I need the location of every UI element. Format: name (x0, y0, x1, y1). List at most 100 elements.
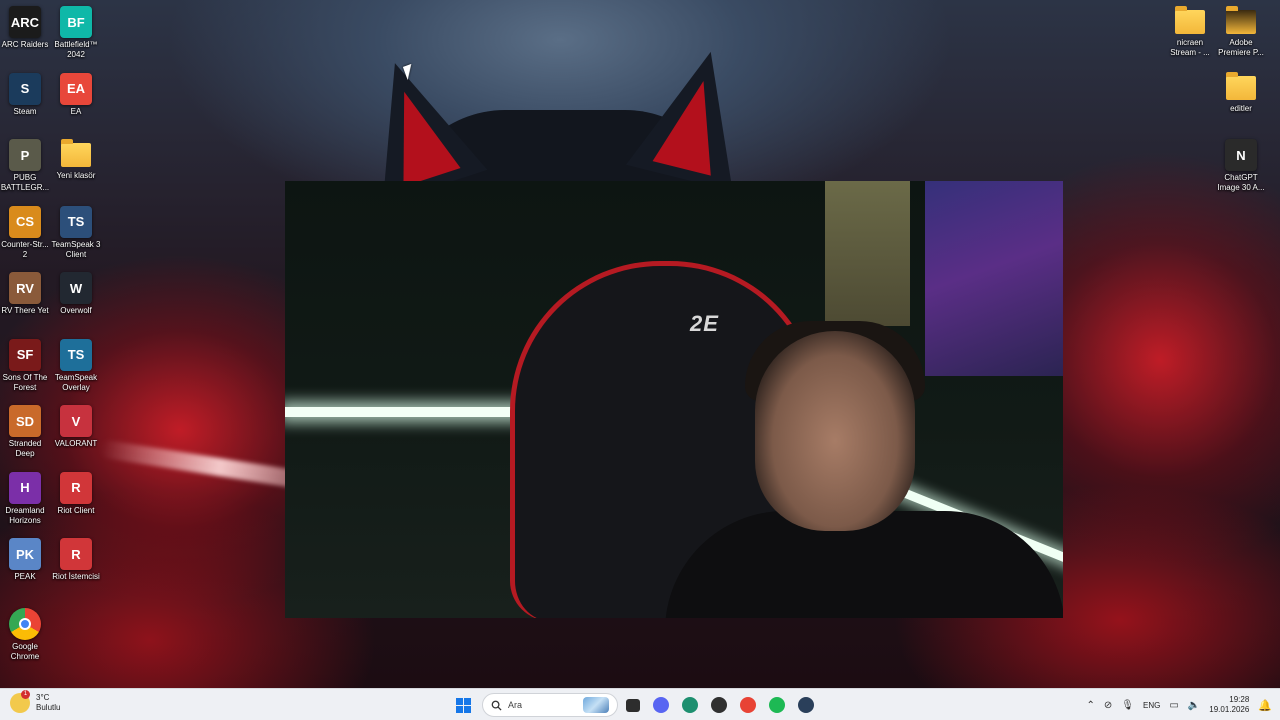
taskbar-app-spotify-icon[interactable] (769, 697, 785, 713)
wallpaper-cat-ear-right (625, 38, 765, 192)
taskbar-app-app-dark-icon[interactable] (711, 697, 727, 713)
folder-icon (1175, 6, 1205, 34)
language-indicator[interactable]: ENG (1143, 701, 1160, 710)
weather-desc: Bulutlu (36, 703, 61, 712)
taskbar-center: Ara (452, 692, 814, 718)
desktop-icon-overwolf[interactable]: W Overwolf (51, 272, 101, 316)
wall-poster-anime (925, 181, 1063, 376)
taskbar-search[interactable]: Ara (482, 693, 618, 717)
weather-icon: 1 (10, 690, 30, 713)
desktop-icon-sons-of-the-forest[interactable]: SF Sons Of The Forest (0, 338, 50, 393)
desktop-icon-stranded-deep[interactable]: SD Stranded Deep (0, 405, 50, 459)
folder-icon (61, 139, 91, 167)
rv-there-yet-icon: RV (9, 272, 41, 304)
taskbar-app-discord-icon[interactable] (653, 697, 669, 713)
search-icon (491, 700, 502, 711)
taskbar-app-task-view-icon[interactable] (626, 698, 640, 712)
desktop-icon-label: Counter-Str... 2 (1, 239, 49, 259)
desktop-icon-google-chrome[interactable]: Google Chrome (0, 608, 50, 662)
clock[interactable]: 19:28 19.01.2026 (1209, 695, 1249, 715)
desktop-icon-adobe-premiere-p[interactable]: Adobe Premiere P... (1216, 6, 1266, 58)
desktop-icon-riot-i-stemcisi[interactable]: R Riot İstemcisi (51, 538, 101, 582)
desktop-icon-teamspeak-3-client[interactable]: TS TeamSpeak 3 Client (51, 205, 101, 260)
desktop-icon-arc-raiders[interactable]: ARC ARC Raiders (0, 6, 50, 50)
peak-icon: PK (9, 538, 41, 570)
desktop-icon-label: ChatGPT Image 30 A... (1217, 173, 1265, 192)
desktop-icon-rv-there-yet[interactable]: RV RV There Yet (0, 272, 50, 316)
taskbar: 1 3°C Bulutlu Ara ⌃ ⊘ 🎙 ENG ▭ 🔈 19:28 19… (0, 688, 1280, 720)
overwolf-icon: W (60, 272, 92, 304)
desktop-icon-label: Google Chrome (10, 642, 40, 661)
weather-badge: 1 (21, 690, 30, 699)
desktop-icon-label: Riot Client (57, 505, 95, 515)
weather-temp: 3°C (36, 693, 50, 702)
valorant-icon: V (60, 405, 92, 437)
taskbar-app-steam-icon[interactable] (798, 697, 814, 713)
chevron-up-icon[interactable]: ⌃ (1087, 700, 1095, 711)
desktop-icon-steam[interactable]: S Steam (0, 72, 50, 117)
windows-logo-icon (455, 697, 471, 713)
search-highlight-icon (583, 697, 609, 713)
taskbar-app-chrome-icon[interactable] (740, 697, 756, 713)
desktop-icon-label: nicraen Stream - ... (1170, 38, 1210, 57)
desktop-icon-label: Riot İstemcisi (52, 572, 100, 581)
desktop-icon-label: Steam (13, 106, 37, 116)
notification-bell-icon[interactable]: 🔔 (1258, 699, 1272, 712)
volume-icon[interactable]: 🔈 (1188, 700, 1200, 711)
webcam-overlay: 2E (285, 181, 1063, 618)
ea-icon: EA (60, 72, 92, 105)
desktop-icon-ea[interactable]: EA EA (51, 72, 101, 117)
desktop-icon-yeni-klas-r[interactable]: Yeni klasör (51, 139, 101, 181)
desktop-icon-counter-str-2[interactable]: CS Counter-Str... 2 (0, 205, 50, 260)
desktop-icon-label: Sons Of The Forest (2, 372, 48, 392)
dreamland-horizons-icon: H (9, 471, 41, 504)
teamspeak-3-client-icon: TS (60, 205, 92, 238)
microphone-icon[interactable]: 🎙 (1121, 700, 1134, 711)
desktop-icon-editler[interactable]: editler (1216, 72, 1266, 114)
chair-logo: 2E (690, 311, 719, 336)
desktop-icon-dreamland-horizons[interactable]: H Dreamland Horizons (0, 471, 50, 526)
clock-date: 19.01.2026 (1209, 705, 1250, 714)
desktop-icon-label: TeamSpeak Overlay (54, 372, 98, 392)
wallpaper-light-streak (99, 439, 301, 489)
steam-icon: S (9, 72, 41, 105)
start-button[interactable] (452, 694, 474, 716)
desktop-icon-label: editler (1230, 104, 1252, 113)
arc-raiders-icon: ARC (9, 6, 41, 38)
clock-time: 19:28 (1229, 695, 1250, 704)
desktop-icon-chatgpt-image-30-a[interactable]: N ChatGPT Image 30 A... (1216, 139, 1266, 193)
monitor-icon[interactable]: ▭ (1169, 700, 1178, 711)
chrome-icon (9, 608, 41, 640)
desktop-icon-riot-client[interactable]: R Riot Client (51, 471, 101, 516)
riot-i-stemcisi-icon: R (60, 538, 92, 570)
stranded-deep-icon: SD (9, 405, 41, 437)
weather-widget[interactable]: 1 3°C Bulutlu (10, 690, 61, 713)
system-tray: ⌃ ⊘ 🎙 ENG ▭ 🔈 19:28 19.01.2026 🔔 (1087, 692, 1272, 718)
network-off-icon[interactable]: ⊘ (1104, 700, 1112, 711)
desktop-icon-label: ARC Raiders (1, 40, 49, 49)
folder-icon (1226, 72, 1256, 100)
sons-of-the-forest-icon: SF (9, 338, 41, 371)
battlefield-2042-icon: BF (60, 6, 92, 38)
desktop-icon-label: RV There Yet (1, 306, 49, 315)
desktop-icon-label: Dreamland Horizons (5, 505, 45, 525)
desktop-icon-peak[interactable]: PK PEAK (0, 538, 50, 582)
desktop-icon-valorant[interactable]: V VALORANT (51, 405, 101, 449)
desktop-icon-battlefield-2042[interactable]: BF Battlefield™ 2042 (51, 6, 101, 60)
desktop-icon-nicraen-stream[interactable]: nicraen Stream - ... (1165, 6, 1215, 58)
desktop-icon-label: Stranded Deep (8, 439, 42, 458)
chatgpt-image-30-a-icon: N (1225, 139, 1257, 171)
desktop-icon-label: Overwolf (60, 306, 92, 315)
riot-client-icon: R (60, 471, 92, 504)
desktop-icon-label: Yeni klasör (56, 171, 96, 180)
desktop-icon-teamspeak-overlay[interactable]: TS TeamSpeak Overlay (51, 338, 101, 393)
wall-poster-soldier (825, 181, 910, 326)
desktop-icon-label: VALORANT (54, 439, 98, 448)
desktop-icon-pubg-battlegr[interactable]: P PUBG BATTLEGR... (0, 139, 50, 193)
taskbar-app-terminal-icon[interactable] (682, 697, 698, 713)
teamspeak-overlay-icon: TS (60, 338, 92, 371)
desktop-icon-label: EA (70, 106, 82, 116)
taskbar-apps (626, 697, 814, 713)
counter-str-2-icon: CS (9, 205, 41, 238)
desktop-icon-label: PUBG BATTLEGR... (0, 173, 50, 192)
